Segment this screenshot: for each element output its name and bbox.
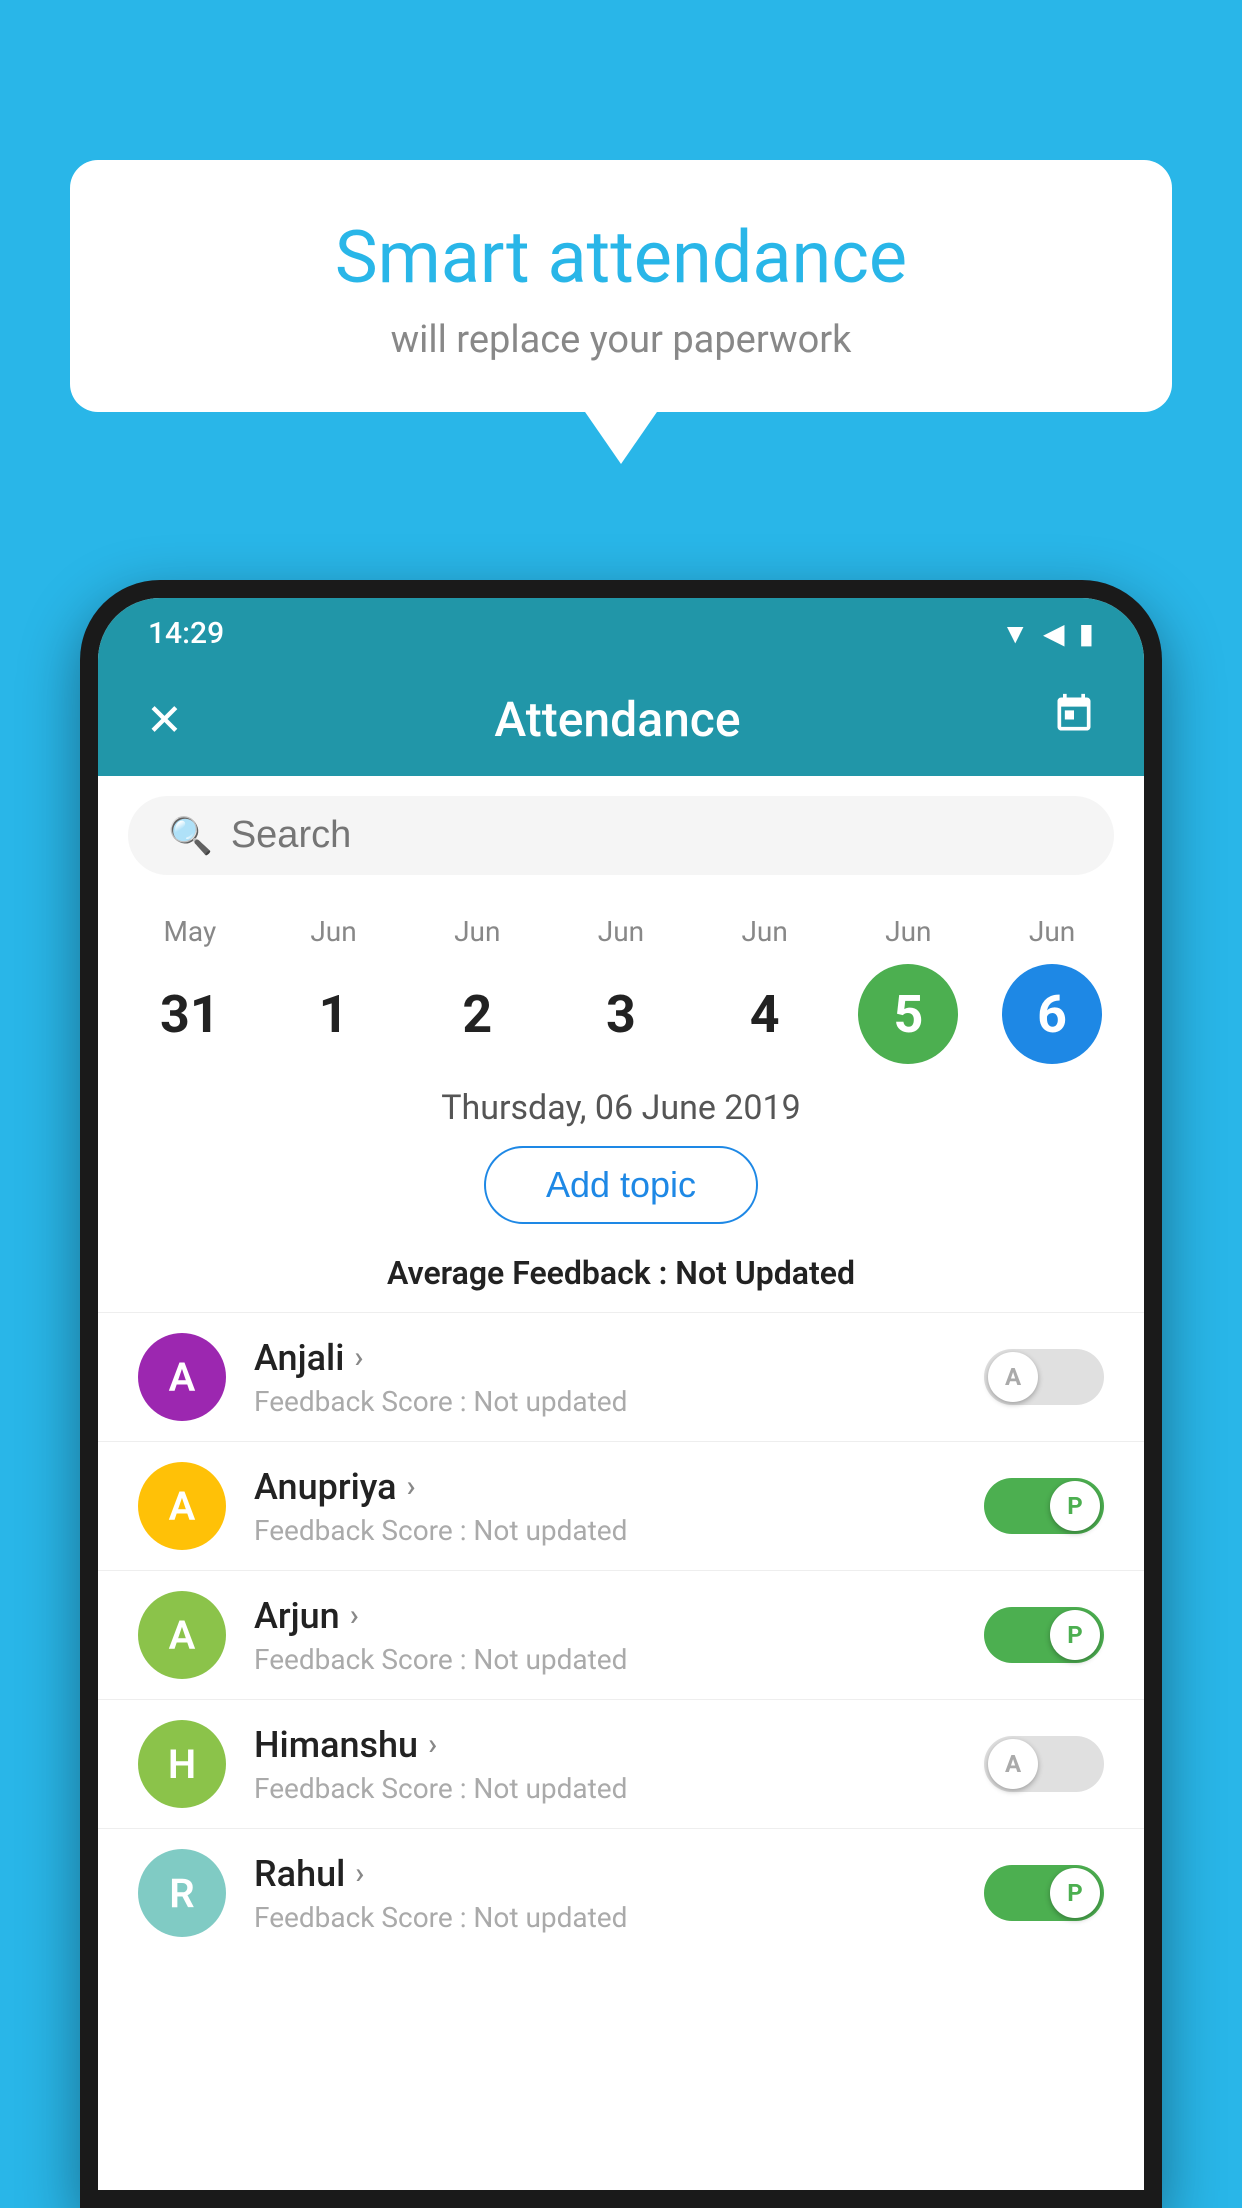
- attendance-toggle[interactable]: P: [984, 1865, 1104, 1921]
- status-time: 14:29: [148, 616, 224, 651]
- chevron-right-icon: ›: [407, 1469, 416, 1504]
- day-month: Jun: [310, 915, 356, 948]
- app-bar: ✕ Attendance: [98, 663, 1144, 776]
- list-item[interactable]: A Anupriya › Feedback Score : Not updated P: [98, 1441, 1144, 1570]
- avatar: H: [138, 1720, 226, 1808]
- day-month: Jun: [885, 915, 931, 948]
- status-icons: ▼ ◀ ▮: [1001, 617, 1094, 650]
- avatar: A: [138, 1333, 226, 1421]
- chevron-right-icon: ›: [355, 1856, 364, 1891]
- list-item[interactable]: H Himanshu › Feedback Score : Not updated A: [98, 1699, 1144, 1828]
- speech-bubble-subtitle: will replace your paperwork: [130, 318, 1112, 362]
- status-bar: 14:29 ▼ ◀ ▮: [98, 598, 1144, 663]
- chevron-right-icon: ›: [428, 1727, 437, 1762]
- avg-feedback-value: Not Updated: [675, 1254, 855, 1292]
- student-feedback: Feedback Score : Not updated: [254, 1385, 956, 1418]
- avatar: A: [138, 1591, 226, 1679]
- student-list: AAnjali ›Feedback Score : Not updatedAAA…: [98, 1312, 1144, 2190]
- toggle-knob: A: [988, 1352, 1038, 1402]
- speech-bubble-title: Smart attendance: [130, 215, 1112, 300]
- search-container[interactable]: 🔍: [128, 796, 1114, 875]
- student-name: Himanshu ›: [254, 1724, 956, 1766]
- student-name: Anjali ›: [254, 1337, 956, 1379]
- student-info: Arjun › Feedback Score : Not updated: [254, 1595, 956, 1676]
- search-input[interactable]: [231, 814, 1074, 857]
- attendance-toggle[interactable]: A: [984, 1736, 1104, 1792]
- calendar-day[interactable]: Jun 6: [992, 915, 1112, 1064]
- close-button[interactable]: ✕: [146, 694, 183, 746]
- student-name: Arjun ›: [254, 1595, 956, 1637]
- calendar-day[interactable]: Jun 2: [417, 915, 537, 1064]
- day-number[interactable]: 6: [1002, 964, 1102, 1064]
- signal-icon: ◀: [1043, 617, 1065, 650]
- list-item[interactable]: A Anjali › Feedback Score : Not updated A: [98, 1312, 1144, 1441]
- day-number[interactable]: 31: [140, 964, 240, 1064]
- calendar-button[interactable]: [1052, 692, 1096, 747]
- student-feedback: Feedback Score : Not updated: [254, 1514, 956, 1547]
- calendar-day[interactable]: May 31: [130, 915, 250, 1064]
- avg-feedback-label: Average Feedback :: [387, 1254, 667, 1292]
- day-number[interactable]: 4: [715, 964, 815, 1064]
- attendance-toggle[interactable]: A: [984, 1349, 1104, 1405]
- day-number[interactable]: 3: [571, 964, 671, 1064]
- list-item[interactable]: A Arjun › Feedback Score : Not updated P: [98, 1570, 1144, 1699]
- app-bar-title: Attendance: [494, 691, 740, 748]
- toggle-knob: P: [1050, 1868, 1100, 1918]
- avg-feedback: Average Feedback : Not Updated: [98, 1244, 1144, 1312]
- calendar-day[interactable]: Jun 1: [274, 915, 394, 1064]
- calendar-day[interactable]: Jun 3: [561, 915, 681, 1064]
- student-feedback: Feedback Score : Not updated: [254, 1772, 956, 1805]
- student-info: Himanshu › Feedback Score : Not updated: [254, 1724, 956, 1805]
- search-icon: 🔍: [168, 815, 213, 857]
- day-number[interactable]: 2: [427, 964, 527, 1064]
- toggle-knob: A: [988, 1739, 1038, 1789]
- chevron-right-icon: ›: [354, 1340, 363, 1375]
- day-month: Jun: [598, 915, 644, 948]
- calendar-day[interactable]: Jun 4: [705, 915, 825, 1064]
- toggle-knob: P: [1050, 1610, 1100, 1660]
- student-feedback: Feedback Score : Not updated: [254, 1643, 956, 1676]
- avatar: R: [138, 1849, 226, 1937]
- student-info: Anupriya › Feedback Score : Not updated: [254, 1466, 956, 1547]
- student-info: Rahul › Feedback Score : Not updated: [254, 1853, 956, 1934]
- toggle-knob: P: [1050, 1481, 1100, 1531]
- student-name: Anupriya ›: [254, 1466, 956, 1508]
- calendar-day[interactable]: Jun 5: [848, 915, 968, 1064]
- avatar: A: [138, 1462, 226, 1550]
- student-feedback: Feedback Score : Not updated: [254, 1901, 956, 1934]
- day-month: Jun: [454, 915, 500, 948]
- day-month: Jun: [741, 915, 787, 948]
- student-info: Anjali › Feedback Score : Not updated: [254, 1337, 956, 1418]
- wifi-icon: ▼: [1001, 617, 1029, 650]
- selected-date: Thursday, 06 June 2019: [98, 1064, 1144, 1146]
- attendance-toggle[interactable]: P: [984, 1478, 1104, 1534]
- phone-screen: 14:29 ▼ ◀ ▮ ✕ Attendance 🔍 May 31 Jun 1 Jun 2…: [98, 598, 1144, 2190]
- add-topic-button[interactable]: Add topic: [484, 1146, 758, 1224]
- attendance-toggle[interactable]: P: [984, 1607, 1104, 1663]
- calendar-row: May 31 Jun 1 Jun 2 Jun 3 Jun 4 Jun 5 Jun 6: [98, 895, 1144, 1064]
- day-month: May: [163, 915, 216, 948]
- battery-icon: ▮: [1079, 617, 1094, 650]
- list-item[interactable]: R Rahul › Feedback Score : Not updated P: [98, 1828, 1144, 1957]
- phone-frame: 14:29 ▼ ◀ ▮ ✕ Attendance 🔍 May 31 Jun 1 Jun 2…: [80, 580, 1162, 2208]
- day-month: Jun: [1029, 915, 1075, 948]
- day-number[interactable]: 1: [284, 964, 384, 1064]
- day-number[interactable]: 5: [858, 964, 958, 1064]
- student-name: Rahul ›: [254, 1853, 956, 1895]
- speech-bubble: Smart attendance will replace your paper…: [70, 160, 1172, 412]
- chevron-right-icon: ›: [350, 1598, 359, 1633]
